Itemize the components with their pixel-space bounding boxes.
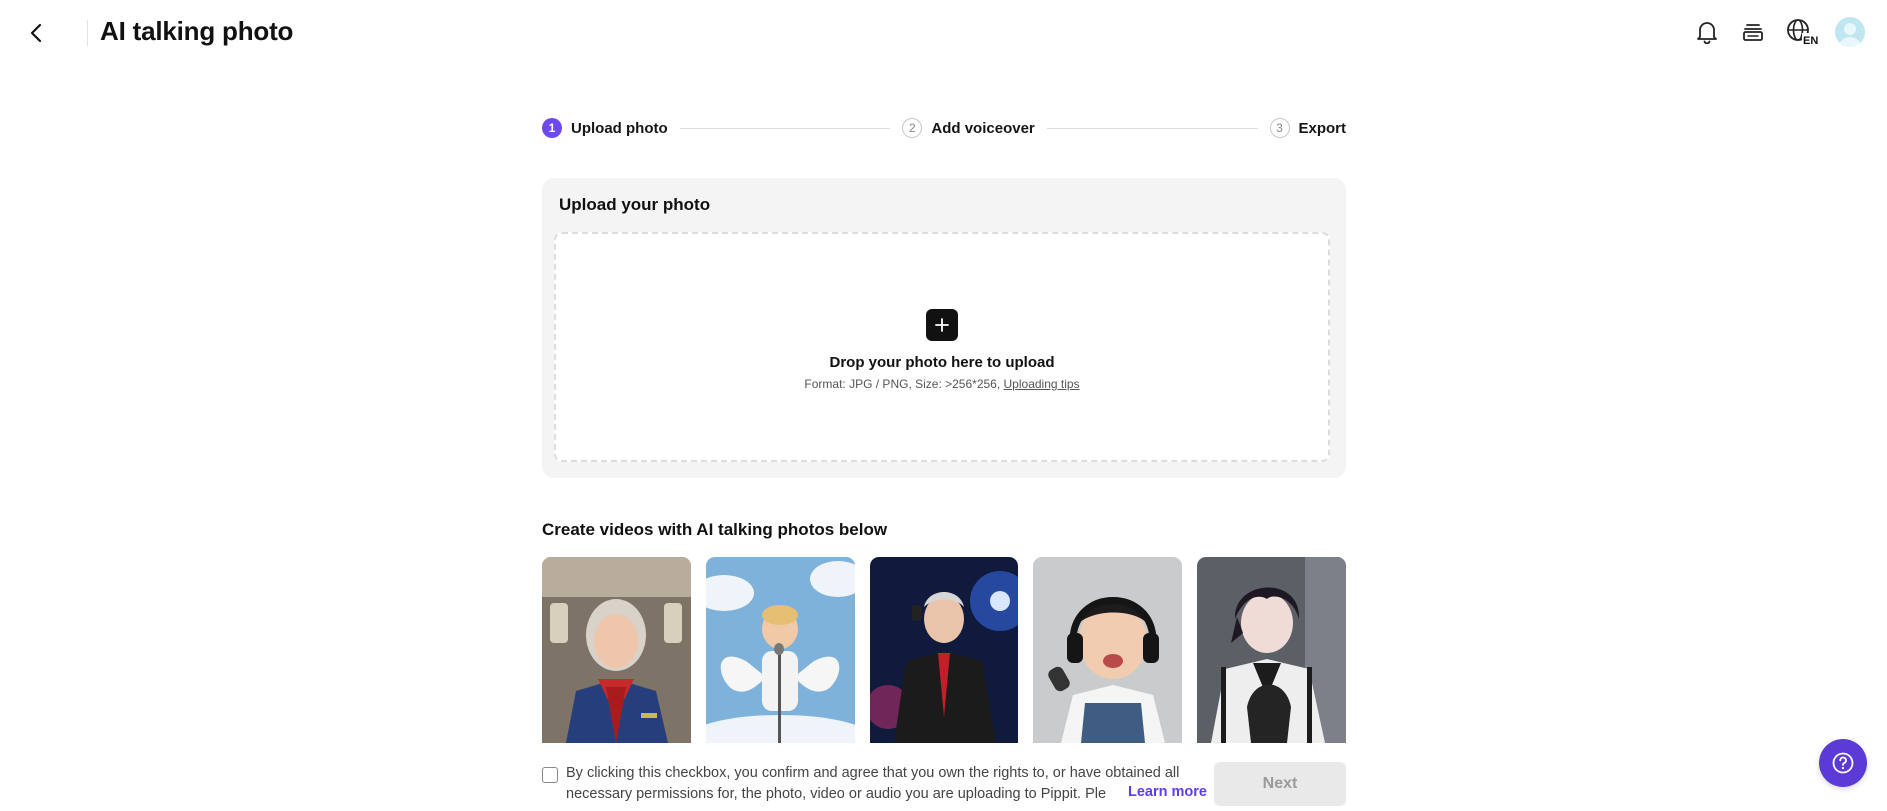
- example-thumbnail-singer[interactable]: [869, 557, 1019, 743]
- assets-button[interactable]: [1737, 14, 1769, 50]
- consent-checkbox[interactable]: [542, 767, 558, 783]
- plus-icon: [935, 318, 949, 332]
- back-arrow-icon: [30, 23, 42, 43]
- step-add-voiceover: 2 Add voiceover: [902, 118, 1035, 138]
- consent-text: By clicking this checkbox, you confirm a…: [566, 765, 1180, 802]
- format-text: Format: JPG / PNG, Size: >256*256,: [804, 377, 1004, 391]
- step-export: 3 Export: [1269, 118, 1347, 138]
- footer-bar: By clicking this checkbox, you confirm a…: [542, 762, 1346, 808]
- drop-instructions: Drop your photo here to upload: [829, 354, 1055, 371]
- upload-card: Upload your photo Drop your photo here t…: [542, 178, 1346, 478]
- step-number: 1: [542, 118, 562, 138]
- step-label: Add voiceover: [931, 119, 1035, 137]
- format-requirements: Format: JPG / PNG, Size: >256*256, Uploa…: [804, 377, 1079, 391]
- step-number: 2: [902, 118, 923, 138]
- globe-language-icon: EN: [1787, 19, 1818, 47]
- step-connector: [679, 127, 891, 129]
- learn-more-link[interactable]: Learn more: [1122, 784, 1207, 800]
- back-button[interactable]: [20, 18, 54, 48]
- step-connector: [1046, 127, 1258, 129]
- language-button[interactable]: EN: [1783, 14, 1821, 50]
- example-thumbnail-angel-toddler[interactable]: [705, 557, 855, 743]
- user-avatar-icon: [1839, 23, 1861, 47]
- avatar[interactable]: [1835, 17, 1865, 47]
- baby-headphones-image: [1033, 557, 1183, 743]
- example-gallery: [542, 557, 1346, 743]
- notifications-button[interactable]: [1691, 14, 1723, 50]
- header-divider: [87, 20, 88, 46]
- example-thumbnail-baby-headphones[interactable]: [1033, 557, 1183, 743]
- top-bar: AI talking photo EN: [0, 0, 1887, 66]
- flight-attendant-image: [542, 557, 691, 743]
- header-actions: EN: [1691, 14, 1865, 50]
- step-label: Export: [1298, 119, 1347, 137]
- example-thumbnail-anime-man[interactable]: [1197, 557, 1346, 743]
- photo-dropzone[interactable]: Drop your photo here to upload Format: J…: [554, 232, 1330, 462]
- step-number: 3: [1269, 118, 1290, 138]
- step-label: Upload photo: [571, 119, 668, 137]
- add-photo-button[interactable]: [926, 309, 958, 341]
- next-button[interactable]: Next: [1214, 762, 1346, 806]
- help-icon: [1832, 752, 1854, 774]
- step-upload-photo: 1 Upload photo: [542, 118, 668, 138]
- language-badge: EN: [1803, 35, 1818, 47]
- uploading-tips-link[interactable]: Uploading tips: [1004, 377, 1080, 391]
- angel-toddler-image: [705, 557, 855, 743]
- layers-icon: [1743, 24, 1763, 41]
- singer-image: [869, 557, 1019, 743]
- anime-man-image: [1197, 557, 1346, 743]
- example-thumbnail-flight-attendant[interactable]: [542, 557, 691, 743]
- bell-icon: [1697, 22, 1717, 44]
- examples-title: Create videos with AI talking photos bel…: [542, 520, 888, 539]
- help-button[interactable]: [1819, 739, 1867, 787]
- upload-title: Upload your photo: [559, 195, 711, 214]
- progress-stepper: 1 Upload photo 2 Add voiceover 3 Export: [542, 116, 1346, 140]
- page-title: AI talking photo: [100, 16, 294, 46]
